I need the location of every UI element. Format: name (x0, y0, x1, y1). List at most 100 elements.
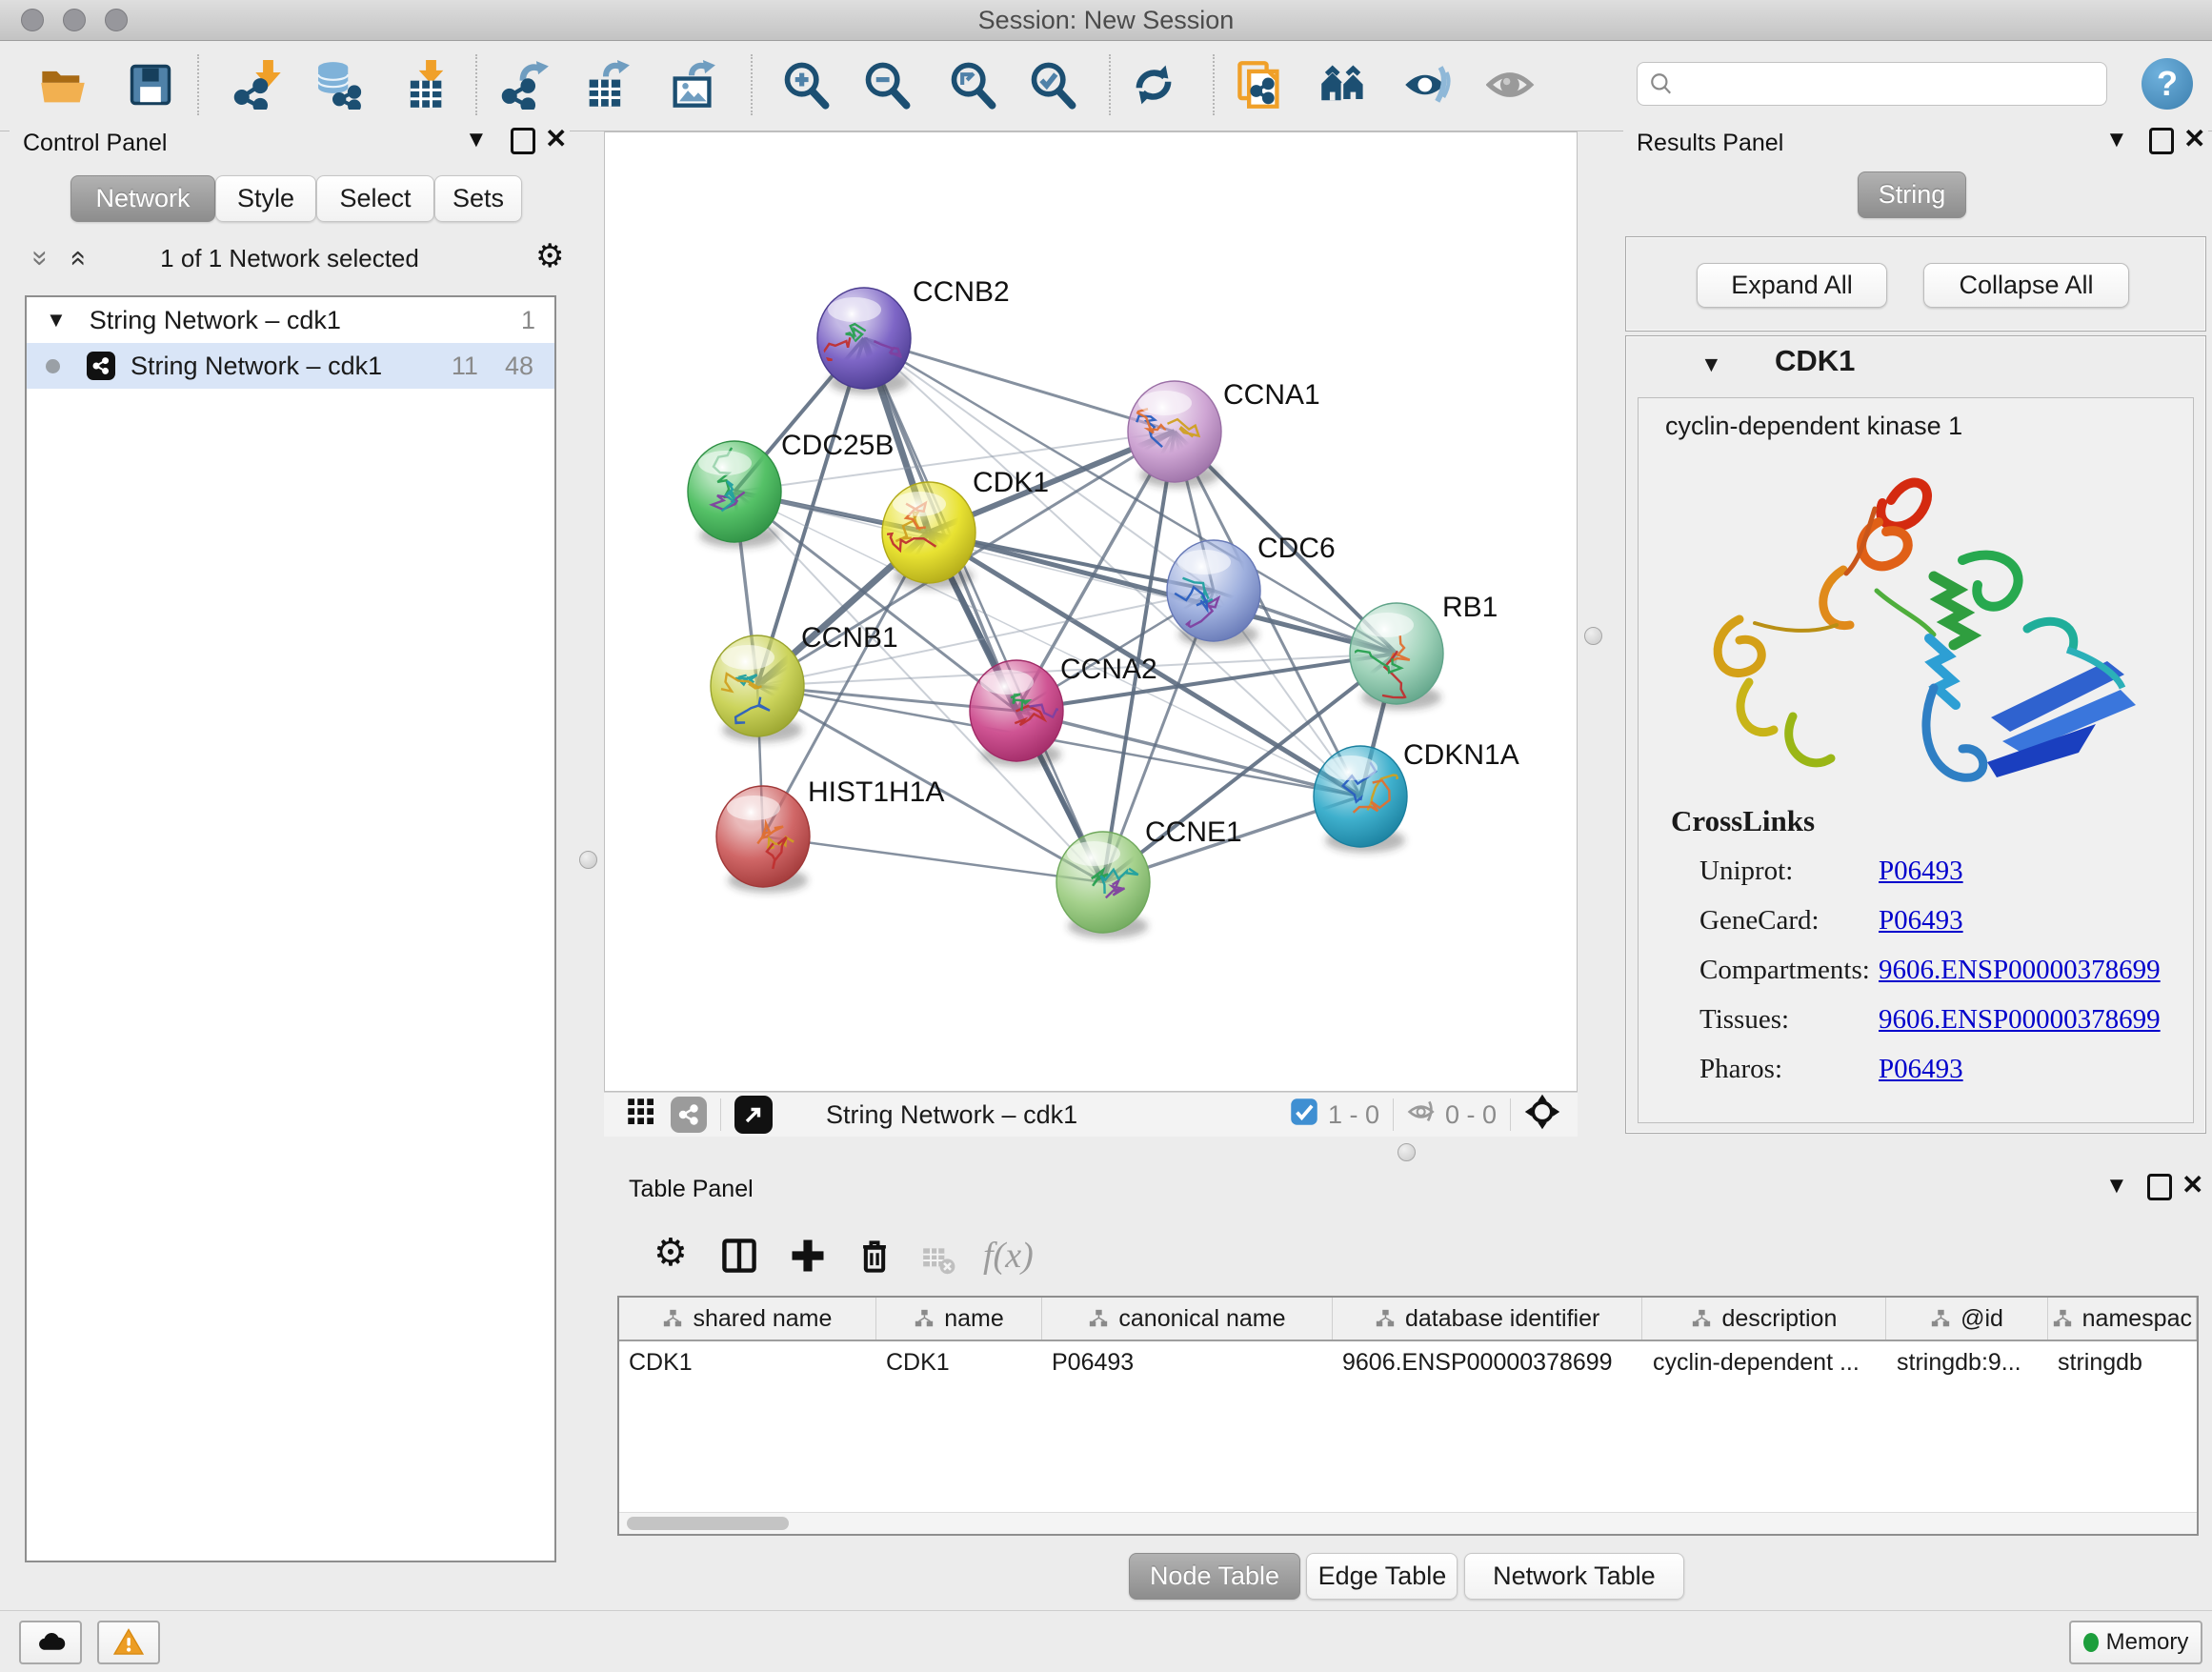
selected-checkbox-icon[interactable] (1290, 1098, 1318, 1133)
zoom-selected-icon[interactable] (1028, 60, 1077, 110)
save-session-icon[interactable] (126, 60, 175, 110)
tab-style[interactable]: Style (215, 175, 316, 222)
node-label-CDKN1A[interactable]: CDKN1A (1403, 739, 1519, 771)
scrollbar-thumb[interactable] (627, 1517, 789, 1530)
table-cell[interactable]: stringdb (2048, 1349, 2197, 1377)
column-header-canonical-name[interactable]: canonical name (1042, 1298, 1333, 1340)
table-cell[interactable]: CDK1 (619, 1349, 876, 1377)
zoom-out-icon[interactable] (862, 60, 912, 110)
warnings-button[interactable] (97, 1621, 160, 1664)
tab-sets[interactable]: Sets (434, 175, 522, 222)
node-label-RB1[interactable]: RB1 (1442, 592, 1498, 623)
table-cell[interactable]: 9606.ENSP00000378699 (1333, 1349, 1643, 1377)
export-table-icon[interactable] (581, 60, 631, 110)
left-splitter-handle[interactable] (579, 851, 597, 869)
expand-all-button[interactable]: Expand All (1697, 263, 1887, 308)
crosslink-link[interactable]: 9606.ENSP00000378699 (1879, 1004, 2161, 1036)
tab-string[interactable]: String (1858, 171, 1966, 218)
show-columns-icon[interactable] (718, 1235, 760, 1281)
cloud-button[interactable] (19, 1621, 82, 1664)
table-panel-float-icon[interactable] (2147, 1174, 2172, 1200)
delete-table-icon (920, 1242, 956, 1283)
crosslink-link[interactable]: 9606.ENSP00000378699 (1879, 955, 2161, 986)
memory-button[interactable]: Memory (2069, 1621, 2202, 1664)
import-network-icon[interactable] (232, 60, 282, 110)
entry-collapse-triangle-icon[interactable]: ▼ (1700, 352, 1722, 377)
column-header-namespac[interactable]: namespac (2048, 1298, 2197, 1340)
birdseye-view-icon[interactable] (734, 1096, 773, 1134)
table-cell[interactable]: CDK1 (876, 1349, 1042, 1377)
tab-network[interactable]: Network (70, 175, 215, 222)
network-panel-gear-icon[interactable]: ⚙ (535, 240, 564, 272)
table-cell[interactable]: P06493 (1042, 1349, 1333, 1377)
add-column-icon[interactable] (787, 1235, 829, 1281)
export-network-icon[interactable] (500, 60, 550, 110)
node-label-CCNA2[interactable]: CCNA2 (1060, 654, 1157, 685)
node-label-CDC6[interactable]: CDC6 (1257, 533, 1336, 564)
table-row[interactable]: CDK1CDK1P064939606.ENSP00000378699cyclin… (619, 1341, 2197, 1383)
network-row-selected[interactable]: String Network – cdk1 11 48 (27, 343, 554, 389)
node-label-CCNE1[interactable]: CCNE1 (1145, 816, 1242, 848)
window-minimize-button[interactable] (63, 9, 86, 31)
column-header-description[interactable]: description (1642, 1298, 1886, 1340)
help-button[interactable]: ? (2142, 58, 2193, 110)
crosslink-link[interactable]: P06493 (1879, 905, 1963, 937)
network-view-type-icon[interactable] (671, 1097, 707, 1133)
table-panel-close-icon[interactable]: ✕ (2182, 1173, 2203, 1198)
results-panel-menu-icon[interactable]: ▼ (2105, 128, 2128, 152)
zoom-in-icon[interactable] (781, 60, 831, 110)
fit-content-crosshair-icon[interactable] (1524, 1094, 1560, 1137)
node-label-CDK1[interactable]: CDK1 (973, 467, 1049, 498)
control-panel-float-icon[interactable] (511, 128, 535, 154)
zoom-fit-icon[interactable] (948, 60, 997, 110)
table-cell[interactable]: cyclin-dependent ... (1643, 1349, 1887, 1377)
table-cell[interactable]: stringdb:9... (1887, 1349, 2048, 1377)
control-panel-close-icon[interactable]: ✕ (545, 127, 567, 151)
grid-view-icon[interactable] (627, 1098, 655, 1133)
right-splitter-handle[interactable] (1584, 627, 1602, 645)
export-image-icon[interactable] (667, 60, 716, 110)
new-network-from-selection-icon[interactable] (1235, 60, 1284, 110)
column-header-name[interactable]: name (876, 1298, 1042, 1340)
column-header--id[interactable]: @id (1886, 1298, 2047, 1340)
node-label-CCNA1[interactable]: CCNA1 (1223, 379, 1320, 411)
search-input[interactable] (1681, 70, 2106, 98)
column-header-shared-name[interactable]: shared name (619, 1298, 876, 1340)
network-view-title: String Network – cdk1 (826, 1100, 1077, 1130)
network-collection-row[interactable]: ▼ String Network – cdk1 1 (27, 297, 554, 343)
crosslink-link[interactable]: P06493 (1879, 1054, 1963, 1085)
tab-select[interactable]: Select (316, 175, 434, 222)
hidden-eye-icon[interactable] (1407, 1097, 1438, 1134)
import-network-from-database-icon[interactable] (312, 60, 362, 110)
import-table-icon[interactable] (400, 60, 450, 110)
collapse-all-button[interactable]: Collapse All (1923, 263, 2129, 308)
window-close-button[interactable] (21, 9, 44, 31)
node-label-CCNB1[interactable]: CCNB1 (801, 622, 898, 654)
node-label-CDC25B[interactable]: CDC25B (781, 430, 894, 461)
hide-selection-icon[interactable] (1402, 60, 1452, 110)
column-label: @id (1961, 1305, 2003, 1333)
column-header-database-identifier[interactable]: database identifier (1333, 1298, 1643, 1340)
node-label-HIST1H1A[interactable]: HIST1H1A (808, 776, 944, 808)
table-options-gear-icon[interactable]: ⚙ (654, 1237, 688, 1269)
collapse-triangle-icon[interactable]: ▼ (46, 308, 67, 332)
open-session-icon[interactable] (38, 60, 88, 110)
control-panel-menu-icon[interactable]: ▼ (465, 128, 488, 152)
show-hidden-icon[interactable] (1486, 60, 1536, 110)
results-panel-close-icon[interactable]: ✕ (2183, 127, 2205, 151)
delete-column-trash-icon[interactable] (854, 1235, 895, 1281)
apply-layout-icon[interactable] (1129, 60, 1178, 110)
results-panel-float-icon[interactable] (2149, 128, 2174, 154)
tab-node-table[interactable]: Node Table (1129, 1553, 1300, 1600)
tab-network-table[interactable]: Network Table (1464, 1553, 1684, 1600)
crosslink-link[interactable]: P06493 (1879, 856, 1963, 887)
table-panel-menu-icon[interactable]: ▼ (2105, 1174, 2128, 1199)
bottom-splitter-handle[interactable] (1398, 1143, 1416, 1161)
table-tabs: Node Table Edge Table Network Table (1129, 1553, 1684, 1600)
table-horizontal-scrollbar[interactable] (619, 1512, 2197, 1534)
node-label-CCNB2[interactable]: CCNB2 (913, 276, 1010, 308)
window-zoom-button[interactable] (105, 9, 128, 31)
network-canvas[interactable]: CCNB2 CCNA1 CDC25B CDK1 CDC6 RB1 CCNB1 CCNA2 CDK… (604, 131, 1578, 1092)
first-neighbors-icon[interactable] (1318, 60, 1368, 110)
tab-edge-table[interactable]: Edge Table (1306, 1553, 1458, 1600)
